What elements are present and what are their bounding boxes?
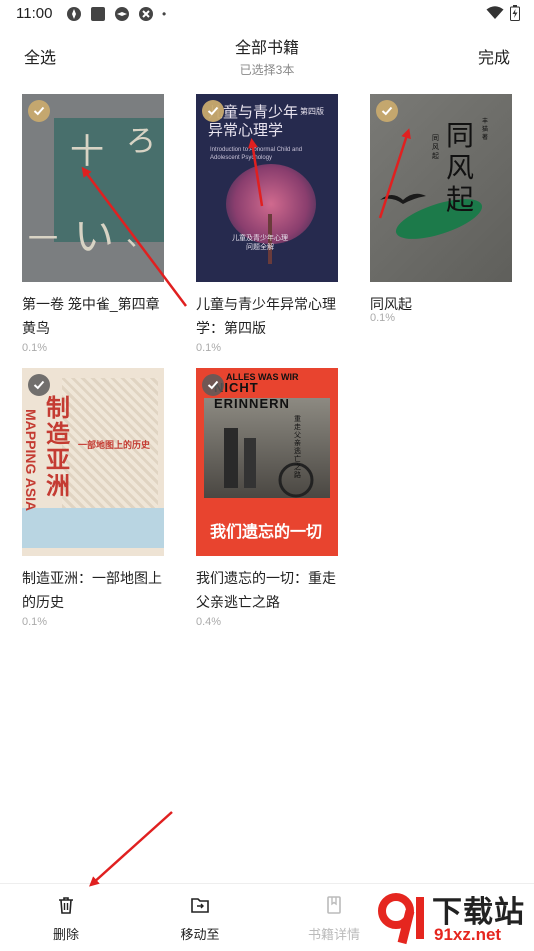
move-to-label: 移动至 xyxy=(180,927,220,942)
cover-big-text: NICHT ERINNERN xyxy=(214,380,290,411)
unselected-check-icon[interactable] xyxy=(202,374,224,396)
move-to-button[interactable]: 移动至 xyxy=(150,894,250,943)
selection-count: 已选择3本 xyxy=(239,63,295,77)
book-details-button[interactable]: 书籍详情 xyxy=(284,894,384,943)
book-info-icon xyxy=(327,896,341,914)
delete-label: 删除 xyxy=(52,927,79,942)
app-notification-icon xyxy=(67,7,81,21)
cover-text: 一 xyxy=(28,222,58,257)
bird-illustration xyxy=(380,193,426,204)
done-button[interactable]: 完成 xyxy=(478,44,510,68)
header: 全选 全部书籍 已选择3本 完成 xyxy=(0,30,534,78)
trash-icon xyxy=(59,897,73,914)
battery-icon xyxy=(510,5,520,21)
selected-check-icon[interactable] xyxy=(376,100,398,122)
book-title: 儿童与青少年异常心理学：第四版 xyxy=(196,296,336,336)
cover-text: い xyxy=(74,214,114,260)
reading-progress: 0.4% xyxy=(196,616,222,628)
selected-check-icon[interactable] xyxy=(28,100,50,122)
cover-text: 十 xyxy=(70,132,104,172)
cover-author-text: 丰 猫 著 xyxy=(482,119,489,141)
cover-title-text: 制造亚洲 xyxy=(46,395,70,500)
book-details-label: 书籍详情 xyxy=(307,927,360,942)
app-notification-icon xyxy=(115,7,129,21)
wifi-icon xyxy=(486,6,504,19)
status-time: 11:00 xyxy=(16,5,53,22)
unselected-check-icon[interactable] xyxy=(28,374,50,396)
cover-subtitle-text: 重走父亲逃亡之路 xyxy=(294,416,301,479)
reading-progress: 0.1% xyxy=(22,342,48,354)
book-cover[interactable]: ALLES WAS WIR NICHT ERINNERN 我们遗忘的一切 重走父… xyxy=(196,368,338,556)
watermark-logo-icon xyxy=(378,893,424,945)
cover-english-text: MAPPING ASIA xyxy=(23,409,39,512)
cover-subtitle-text: 儿童及青少年心理问题全解 xyxy=(232,235,288,251)
notification-icons: • xyxy=(66,6,166,22)
book-cover[interactable]: 同风起 同风起 丰 猫 著 xyxy=(370,94,512,282)
cover-title-text: 同风起 xyxy=(446,119,475,216)
book-cover[interactable]: 儿童与青少年异常心理学 第四版 Introduction to Abnormal… xyxy=(196,94,338,282)
move-folder-icon xyxy=(191,898,209,913)
reading-progress: 0.1% xyxy=(370,312,396,324)
site-watermark: 下载站 91xz.net xyxy=(374,885,534,950)
cover-text: 、 xyxy=(126,219,155,252)
reading-progress: 0.1% xyxy=(196,342,222,354)
more-notifications-dot: • xyxy=(162,7,167,21)
square-app-icon xyxy=(91,7,105,21)
cover-side-text: 同风起 xyxy=(432,135,439,160)
book-title: 第一卷 笼中雀_第四章 黄鸟 xyxy=(22,296,160,336)
book-title: 我们遗忘的一切：重走父亲逃亡之路 xyxy=(196,570,336,610)
book-cover[interactable]: 十 ろ 一 い 、 xyxy=(22,94,164,282)
cart-photo-illustration xyxy=(224,428,314,498)
selected-check-icon[interactable] xyxy=(202,100,224,122)
delete-button[interactable]: 删除 xyxy=(16,894,116,943)
reading-progress: 0.1% xyxy=(22,616,48,628)
book-cover[interactable]: 制造亚洲 MAPPING ASIA 一部地图上的历史 xyxy=(22,368,164,556)
app-notification-icon xyxy=(139,7,153,21)
cover-edition-text: 第四版 xyxy=(300,107,324,116)
header-center: 全部书籍 已选择3本 xyxy=(0,34,534,78)
cover-title-text: 我们遗忘的一切 xyxy=(210,524,323,541)
system-status xyxy=(486,5,520,21)
cover-english-text: Introduction to Abnormal Child and Adole… xyxy=(210,147,303,161)
annotation-arrow xyxy=(89,811,173,887)
cover-subtitle-text: 一部地图上的历史 xyxy=(78,440,151,450)
page-title: 全部书籍 xyxy=(234,40,299,57)
cover-text: ろ xyxy=(126,124,156,159)
status-bar: 11:00 • xyxy=(0,0,534,28)
book-title: 制造亚洲：一部地图上的历史 xyxy=(22,570,162,610)
watermark-url: 91xz.net xyxy=(434,925,502,944)
